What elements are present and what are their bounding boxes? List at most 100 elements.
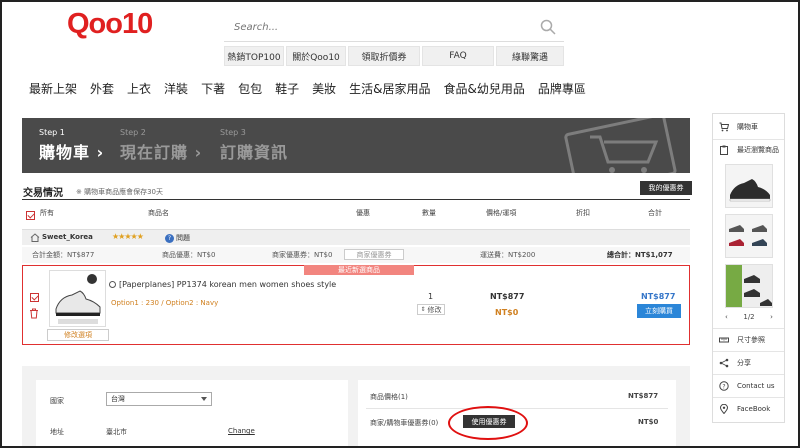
shop-coupon-amount: 商家優惠券：NT$0 — [272, 251, 333, 259]
seller-rating-stars: ★★★★★ — [112, 232, 144, 241]
quick-link-coupons[interactable]: 領取折價券 — [348, 46, 420, 66]
category-nav: 最新上架 外套 上衣 洋裝 下著 包包 鞋子 美妝 生活&居家用品 食品&幼兒用… — [29, 80, 586, 97]
product-title-link[interactable]: [Paperplanes] PP1374 korean men women sh… — [109, 280, 336, 289]
shoe-image-icon — [726, 165, 772, 207]
search-input[interactable] — [224, 14, 524, 40]
highlight-circle — [448, 406, 528, 440]
sidebar-recent[interactable]: 最近瀏覽商品 — [713, 139, 784, 161]
category-bags[interactable]: 包包 — [238, 80, 262, 97]
step-info: Step 3 訂購資訊 — [220, 128, 289, 162]
category-living[interactable]: 生活&居家用品 — [349, 80, 430, 97]
my-coupons-button[interactable]: 我的優惠券 — [640, 181, 692, 195]
edit-options-button[interactable]: 修改選項 — [47, 329, 109, 341]
product-thumbnail[interactable] — [49, 270, 106, 327]
sidebar-share[interactable]: 分享 — [713, 352, 784, 374]
search-icon[interactable] — [540, 19, 556, 35]
sidebar-contact[interactable]: ? Contact us — [713, 375, 784, 397]
product-price-value: NT$877 — [628, 392, 659, 400]
section-title: 交易情況 — [23, 188, 63, 199]
seller-question-link[interactable]: ? 問題 — [165, 233, 190, 243]
seller-bar: Sweet_Korea ★★★★★ ? 問題 — [22, 229, 690, 245]
quantity-edit-button[interactable]: ⇕ 修改 — [417, 304, 445, 315]
country-select[interactable]: 台灣 — [106, 392, 212, 406]
recent-pager: ‹ 1/2 › — [725, 313, 773, 321]
quick-links: 熱銷TOP100 關於Qoo10 領取折價券 FAQ 綠聯驚遇 — [224, 46, 564, 66]
step-cart: Step 1 購物車 › — [39, 128, 105, 162]
recent-item-thumb[interactable] — [725, 214, 773, 258]
item-total: NT$877 — [641, 292, 676, 301]
quick-link-faq[interactable]: FAQ — [422, 46, 494, 66]
qoo10-logo[interactable]: Qoo10 — [67, 8, 153, 41]
cart-column-headers: 所有 商品名 優惠 數量 價格/運項 折扣 合計 — [22, 205, 690, 221]
sidebar-facebook[interactable]: FaceBook — [713, 398, 784, 420]
header-rebate: 折扣 — [576, 209, 590, 217]
category-tops[interactable]: 上衣 — [127, 80, 151, 97]
category-shoes[interactable]: 鞋子 — [275, 80, 299, 97]
select-all-checkbox[interactable] — [26, 211, 35, 220]
cart-item-row: 最近新選商品 修改選項 [Paperplanes] PP1374 korean … — [22, 265, 690, 345]
share-icon — [719, 358, 729, 368]
header-discount: 優惠 — [356, 209, 370, 217]
category-outerwear[interactable]: 外套 — [90, 80, 114, 97]
quick-sidebar: 購物車 最近瀏覽商品 ‹ 1/2 › 尺寸參照 分享 ? Contact us … — [712, 113, 785, 423]
shop-coupon-button[interactable]: 商家優惠券 — [344, 249, 404, 260]
total-amount: 合計金額：NT$877 — [32, 251, 95, 259]
shoe-image-icon — [726, 265, 772, 307]
recent-item-thumb[interactable] — [725, 164, 773, 208]
ruler-icon — [719, 337, 729, 343]
sidebar-size-chart[interactable]: 尺寸參照 — [713, 329, 784, 351]
category-beauty[interactable]: 美妝 — [312, 80, 336, 97]
buy-now-button[interactable]: 立刻購買 — [637, 304, 681, 318]
clipboard-icon — [720, 145, 728, 155]
question-icon: ? — [165, 234, 174, 243]
address-value: 臺北市 — [106, 428, 127, 436]
step-arrow-icon: › — [194, 143, 203, 162]
shipping-form: 國家 台灣 地址 臺北市 Change — [36, 380, 348, 448]
item-checkbox[interactable] — [30, 293, 39, 302]
coupon-value: NT$0 — [638, 418, 659, 426]
product-price-label: 商品價格(1) — [370, 393, 408, 401]
product-options: Option1 : 230 / Option2 : Navy — [111, 299, 219, 307]
help-icon: ? — [719, 381, 729, 391]
sidebar-cart[interactable]: 購物車 — [713, 116, 784, 138]
category-dresses[interactable]: 洋裝 — [164, 80, 188, 97]
category-brands[interactable]: 品牌專區 — [538, 80, 586, 97]
address-label: 地址 — [50, 428, 64, 436]
header-total: 合計 — [648, 209, 662, 217]
divider — [22, 199, 690, 200]
page-indicator: 1/2 — [743, 313, 755, 321]
header-qty: 數量 — [422, 209, 436, 217]
step-order: Step 2 現在訂購 › — [120, 128, 203, 162]
item-quantity: 1 — [428, 292, 434, 301]
grand-total: 總合計：NT$1,077 — [607, 251, 673, 259]
product-discount: 商品優惠：NT$0 — [162, 251, 216, 259]
search-bar[interactable] — [224, 14, 564, 42]
quick-link-top100[interactable]: 熱銷TOP100 — [224, 46, 284, 66]
category-bottoms[interactable]: 下著 — [201, 80, 225, 97]
cart-storage-note: ※ 購物車商品應會保存30天 — [76, 188, 163, 196]
svg-text:?: ? — [722, 383, 725, 390]
seller-name[interactable]: Sweet_Korea — [42, 233, 93, 241]
magnifier-icon[interactable] — [109, 281, 116, 288]
location-pin-icon — [719, 404, 729, 414]
recent-item-thumb[interactable] — [725, 264, 773, 308]
category-new[interactable]: 最新上架 — [29, 80, 77, 97]
order-summary: 商品價格(1) NT$877 商家/購物車優惠券(0) 使用優惠券 NT$0 — [358, 380, 676, 448]
shoe-image-icon — [726, 215, 772, 257]
country-label: 國家 — [50, 397, 64, 405]
chevron-down-icon — [201, 397, 207, 401]
chevron-right-icon[interactable]: › — [770, 313, 773, 321]
shipping-fee: 運送費：NT$200 — [480, 251, 536, 259]
item-price: NT$877 — [490, 292, 525, 301]
shoe-image-icon — [50, 271, 105, 326]
trash-icon[interactable] — [29, 308, 39, 319]
quick-link-deals[interactable]: 綠聯驚遇 — [496, 46, 564, 66]
chevron-left-icon[interactable]: ‹ — [725, 313, 728, 321]
header-price: 價格/運項 — [486, 209, 517, 217]
quick-link-about[interactable]: 關於Qoo10 — [286, 46, 346, 66]
latest-item-badge: 最近新選商品 — [304, 265, 414, 275]
category-food-baby[interactable]: 食品&幼兒用品 — [443, 80, 524, 97]
change-address-link[interactable]: Change — [228, 427, 255, 435]
seller-totals-bar: 合計金額：NT$877 商品優惠：NT$0 商家優惠券：NT$0 商家優惠券 運… — [22, 247, 690, 263]
home-icon[interactable] — [30, 233, 40, 242]
